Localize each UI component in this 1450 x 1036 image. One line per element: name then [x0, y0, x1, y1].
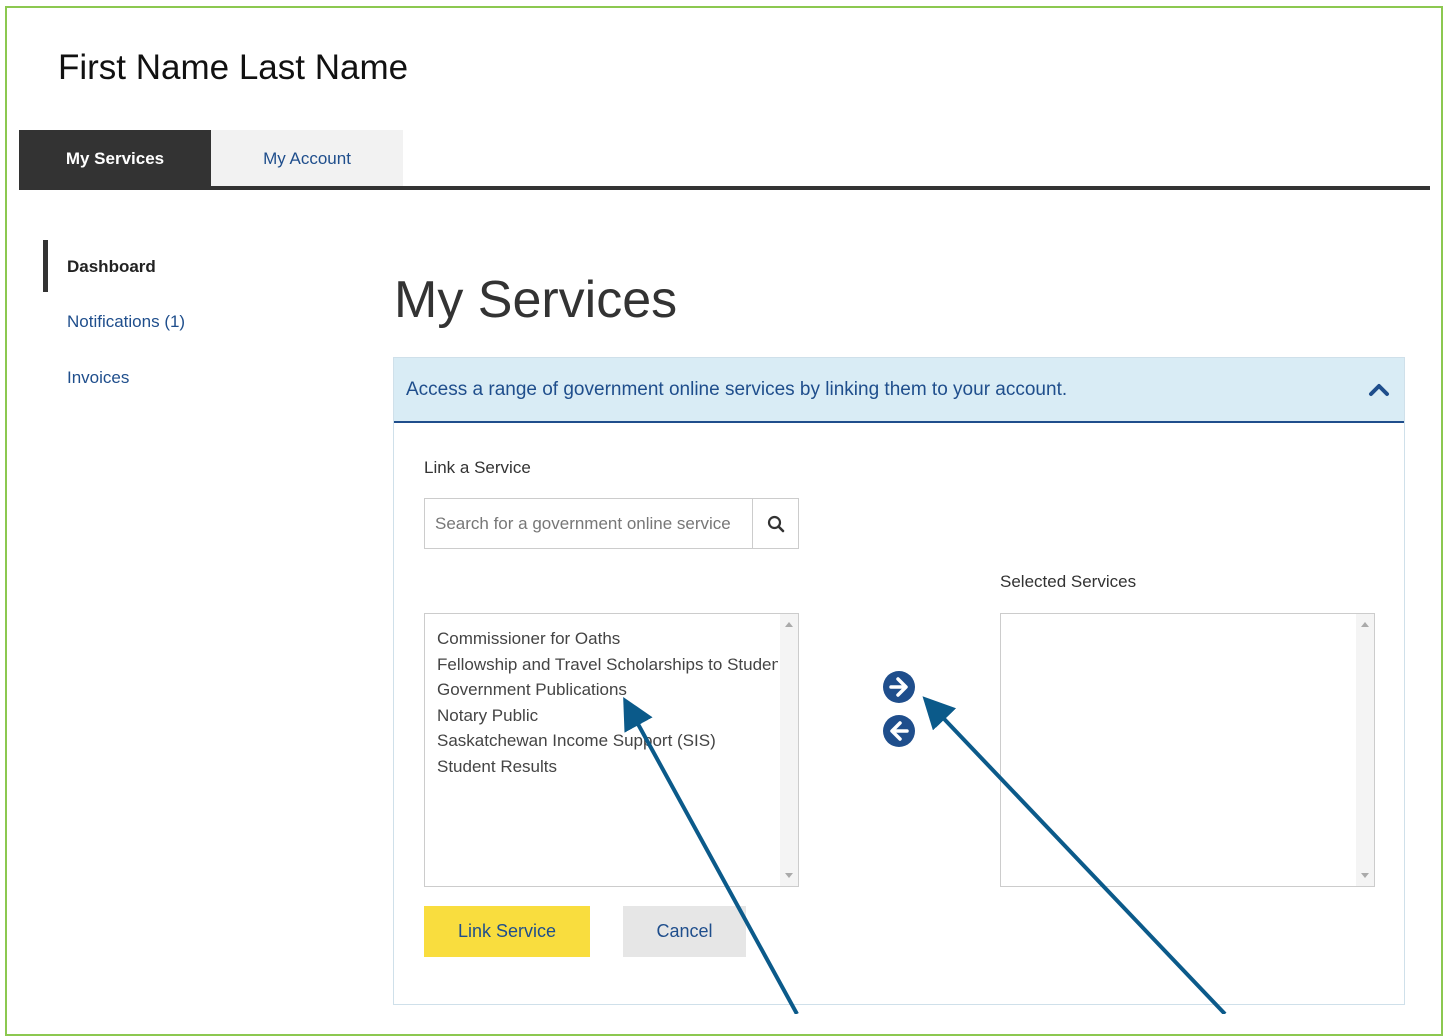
page-title: My Services [394, 271, 678, 329]
panel-header-text: Access a range of government online serv… [406, 379, 1068, 400]
list-item[interactable]: Commissioner for Oaths [437, 626, 778, 652]
tab-my-account[interactable]: My Account [211, 130, 403, 187]
sidebar-item-notifications[interactable]: Notifications (1) [67, 312, 185, 332]
selected-services-label: Selected Services [1000, 572, 1137, 591]
list-item[interactable]: Government Publications [437, 677, 778, 703]
tab-underline [19, 186, 1430, 190]
arrow-circle-right-icon[interactable] [882, 670, 916, 704]
search-input[interactable] [425, 499, 752, 548]
arrow-circle-left-icon[interactable] [882, 714, 916, 748]
scrollbar[interactable] [1356, 614, 1374, 886]
active-indicator [43, 240, 48, 292]
list-item[interactable]: Student Results [437, 754, 778, 780]
available-services-list[interactable]: Commissioner for Oaths Fellowship and Tr… [424, 613, 799, 887]
search-box [424, 498, 799, 549]
link-service-panel: Access a range of government online serv… [393, 357, 1405, 1005]
user-name: First Name Last Name [58, 48, 409, 87]
link-service-label: Link a Service [424, 458, 531, 477]
link-service-button[interactable]: Link Service [424, 906, 590, 957]
selected-services-list[interactable] [1000, 613, 1375, 887]
tab-my-services[interactable]: My Services [19, 130, 211, 187]
chevron-up-icon[interactable] [1368, 380, 1390, 398]
scrollbar[interactable] [780, 614, 798, 886]
search-icon [767, 515, 784, 532]
list-item[interactable]: Saskatchewan Income Support (SIS) [437, 728, 778, 754]
list-item[interactable]: Fellowship and Travel Scholarships to St… [437, 652, 778, 678]
cancel-button[interactable]: Cancel [623, 906, 746, 957]
sidebar-item-invoices[interactable]: Invoices [67, 368, 129, 388]
sidebar-item-dashboard[interactable]: Dashboard [67, 257, 156, 277]
tab-bar: My Services My Account [19, 130, 403, 187]
list-item[interactable]: Notary Public [437, 703, 778, 729]
panel-header[interactable]: Access a range of government online serv… [394, 358, 1404, 423]
search-button[interactable] [752, 499, 798, 548]
